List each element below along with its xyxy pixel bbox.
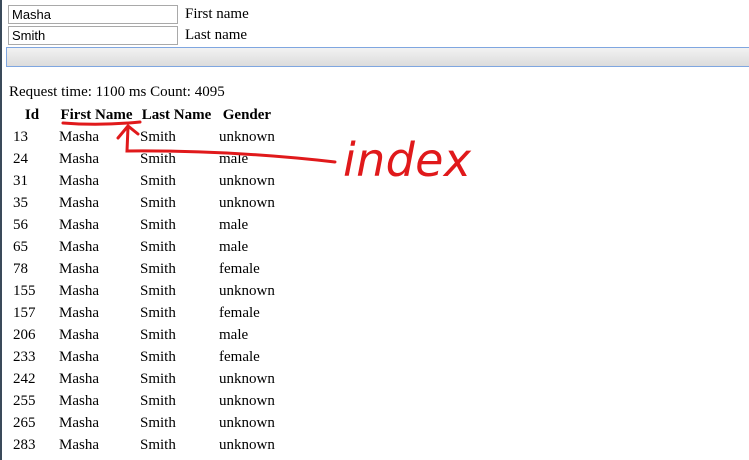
annotation-arrow — [116, 123, 337, 164]
annotation-overlay: index — [61, 120, 472, 187]
annotation-underline — [61, 120, 142, 126]
annotation-text: index — [343, 133, 472, 187]
